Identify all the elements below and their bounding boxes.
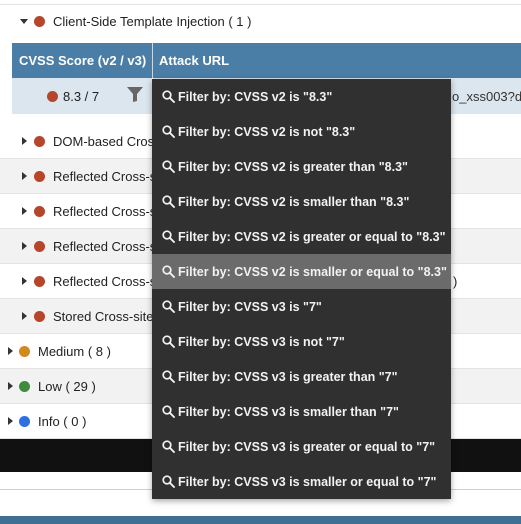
category-label: Client-Side Template Injection ( 1 )	[53, 14, 252, 29]
search-icon	[162, 335, 175, 348]
filter-menu-item[interactable]: Filter by: CVSS v3 is "7"	[152, 289, 451, 324]
filter-menu-item[interactable]: Filter by: CVSS v2 is not "8.3"	[152, 114, 451, 149]
search-icon	[162, 125, 175, 138]
chevron-right-icon[interactable]	[22, 172, 27, 180]
severity-dot	[34, 206, 45, 217]
chevron-right-icon[interactable]	[22, 277, 27, 285]
category-label: Reflected Cross-s	[53, 239, 157, 254]
filter-menu-item-label: Filter by: CVSS v3 is greater or equal t…	[178, 439, 436, 454]
search-icon	[162, 475, 175, 488]
category-client-side-template-injection[interactable]: Client-Side Template Injection ( 1 )	[0, 5, 521, 38]
chevron-right-icon[interactable]	[22, 207, 27, 215]
cvss-score-value: 8.3 / 7	[63, 89, 100, 104]
filter-menu-item-label: Filter by: CVSS v3 is smaller than "7"	[178, 404, 399, 419]
filter-menu-item[interactable]: Filter by: CVSS v3 is greater than "7"	[152, 359, 451, 394]
chevron-down-icon[interactable]	[20, 19, 28, 24]
search-icon	[162, 300, 175, 313]
filter-menu-item-label: Filter by: CVSS v3 is greater than "7"	[178, 369, 398, 384]
filter-menu-item[interactable]: Filter by: CVSS v3 is smaller or equal t…	[152, 464, 451, 499]
category-label: Reflected Cross-s	[53, 169, 157, 184]
search-icon	[162, 265, 175, 278]
chevron-right-icon[interactable]	[8, 347, 13, 355]
search-icon	[162, 370, 175, 383]
filter-menu-item[interactable]: Filter by: CVSS v2 is "8.3"	[152, 79, 451, 114]
filter-funnel-icon[interactable]	[126, 86, 144, 106]
category-label: Stored Cross-site	[53, 309, 154, 324]
search-icon	[162, 405, 175, 418]
filter-menu-item-label: Filter by: CVSS v2 is greater or equal t…	[178, 229, 446, 244]
filter-menu-item-label: Filter by: CVSS v2 is "8.3"	[178, 89, 333, 104]
severity-dot	[34, 171, 45, 182]
severity-dot	[19, 416, 30, 427]
filter-context-menu: Filter by: CVSS v2 is "8.3" Filter by: CV…	[152, 79, 451, 499]
chevron-right-icon[interactable]	[8, 382, 13, 390]
status-bar	[0, 516, 521, 524]
severity-dot	[34, 241, 45, 252]
search-icon	[162, 90, 175, 103]
filter-menu-item-label: Filter by: CVSS v2 is smaller or equal t…	[178, 264, 447, 279]
chevron-right-icon[interactable]	[8, 417, 13, 425]
filter-menu-item-label: Filter by: CVSS v2 is smaller than "8.3"	[178, 194, 410, 209]
filter-menu-item-label: Filter by: CVSS v3 is not "7"	[178, 334, 345, 349]
search-icon	[162, 440, 175, 453]
chevron-right-icon[interactable]	[22, 137, 27, 145]
filter-menu-item-label: Filter by: CVSS v3 is "7"	[178, 299, 322, 314]
filter-menu-item-label: Filter by: CVSS v3 is smaller or equal t…	[178, 474, 437, 489]
filter-menu-item-label: Filter by: CVSS v2 is not "8.3"	[178, 124, 356, 139]
category-count-tail: )	[453, 274, 458, 289]
severity-dot	[19, 381, 30, 392]
severity-dot	[34, 136, 45, 147]
severity-dot	[34, 16, 45, 27]
severity-dot	[34, 276, 45, 287]
column-header-cvss[interactable]: CVSS Score (v2 / v3)	[12, 43, 152, 78]
filter-menu-item[interactable]: Filter by: CVSS v3 is not "7"	[152, 324, 451, 359]
category-label: Reflected Cross-s	[53, 204, 157, 219]
table-header: CVSS Score (v2 / v3) Attack URL	[12, 43, 521, 78]
filter-menu-item[interactable]: Filter by: CVSS v2 is smaller than "8.3"	[152, 184, 451, 219]
attack-url-value[interactable]: o_xss003?da	[452, 89, 521, 104]
category-label: DOM-based Cros	[53, 134, 155, 149]
category-label: Reflected Cross-s	[53, 274, 157, 289]
search-icon	[162, 230, 175, 243]
filter-menu-item-label: Filter by: CVSS v2 is greater than "8.3"	[178, 159, 408, 174]
filter-menu-item[interactable]: Filter by: CVSS v2 is greater or equal t…	[152, 219, 451, 254]
chevron-right-icon[interactable]	[22, 242, 27, 250]
severity-dot	[47, 91, 58, 102]
severity-dot	[19, 346, 30, 357]
search-icon	[162, 195, 175, 208]
filter-menu-item[interactable]: Filter by: CVSS v2 is smaller or equal t…	[152, 254, 451, 289]
filter-menu-item[interactable]: Filter by: CVSS v3 is greater or equal t…	[152, 429, 451, 464]
chevron-right-icon[interactable]	[22, 312, 27, 320]
filter-menu-item[interactable]: Filter by: CVSS v2 is greater than "8.3"	[152, 149, 451, 184]
column-header-attack-url[interactable]: Attack URL	[152, 43, 521, 78]
severity-label: Medium ( 8 )	[38, 344, 111, 359]
severity-dot	[34, 311, 45, 322]
severity-label: Low ( 29 )	[38, 379, 96, 394]
filter-menu-item[interactable]: Filter by: CVSS v3 is smaller than "7"	[152, 394, 451, 429]
search-icon	[162, 160, 175, 173]
severity-label: Info ( 0 )	[38, 414, 87, 429]
